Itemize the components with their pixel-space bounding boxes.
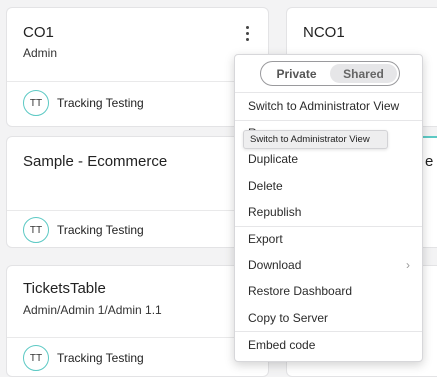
visibility-toggle: Private Shared	[260, 61, 400, 86]
avatar: TT	[23, 345, 49, 371]
menu-item-republish[interactable]: Republish	[248, 202, 412, 222]
card-footer: TT Tracking Testing	[23, 90, 144, 116]
more-options-icon[interactable]	[240, 22, 254, 44]
menu-item-label: Download	[248, 258, 302, 272]
card-divider	[7, 337, 268, 338]
menu-item-download[interactable]: Download ›	[248, 255, 412, 275]
card-divider	[7, 210, 268, 211]
avatar: TT	[23, 217, 49, 243]
menu-item-restore-dashboard[interactable]: Restore Dashboard	[248, 281, 412, 301]
card-footer: TT Tracking Testing	[23, 345, 144, 371]
card-title: CO1	[23, 24, 54, 41]
menu-item-delete[interactable]: Delete	[248, 176, 412, 196]
private-option[interactable]: Private	[263, 64, 330, 83]
menu-item-embed-code[interactable]: Embed code	[248, 335, 412, 355]
card-subtitle: Admin	[23, 46, 58, 60]
dashboard-card-co1[interactable]: CO1 Admin TT Tracking Testing	[6, 7, 269, 127]
card-subtitle: Admin/Admin 1/Admin 1.1	[23, 303, 162, 317]
card-title-fragment: e	[425, 153, 434, 170]
owner-name: Tracking Testing	[57, 223, 144, 237]
chevron-right-icon: ›	[406, 258, 410, 272]
card-footer: TT Tracking Testing	[23, 217, 144, 243]
menu-item-export[interactable]: Export	[248, 229, 412, 249]
menu-item-copy-to-server[interactable]: Copy to Server	[248, 308, 412, 328]
menu-divider	[235, 120, 422, 121]
dashboard-card-sample-ecommerce[interactable]: Sample - Ecommerce TT Tracking Testing	[6, 136, 269, 248]
card-divider	[7, 81, 268, 82]
owner-name: Tracking Testing	[57, 96, 144, 110]
shared-option[interactable]: Shared	[330, 64, 397, 83]
card-title: Sample - Ecommerce	[23, 153, 168, 170]
menu-item-duplicate[interactable]: Duplicate	[248, 149, 412, 169]
dashboard-card-ticketstable[interactable]: TicketsTable Admin/Admin 1/Admin 1.1 TT …	[6, 265, 269, 377]
card-title: TicketsTable	[23, 280, 106, 297]
dashboard-context-menu: Private Shared Switch to Administrator V…	[234, 54, 423, 362]
owner-name: Tracking Testing	[57, 351, 144, 365]
menu-divider	[235, 226, 422, 227]
menu-divider	[235, 92, 422, 93]
menu-item-switch-admin-view[interactable]: Switch to Administrator View	[248, 96, 412, 116]
card-title: NCO1	[303, 24, 345, 41]
menu-divider	[235, 331, 422, 332]
tooltip: Switch to Administrator View	[243, 130, 388, 149]
avatar: TT	[23, 90, 49, 116]
